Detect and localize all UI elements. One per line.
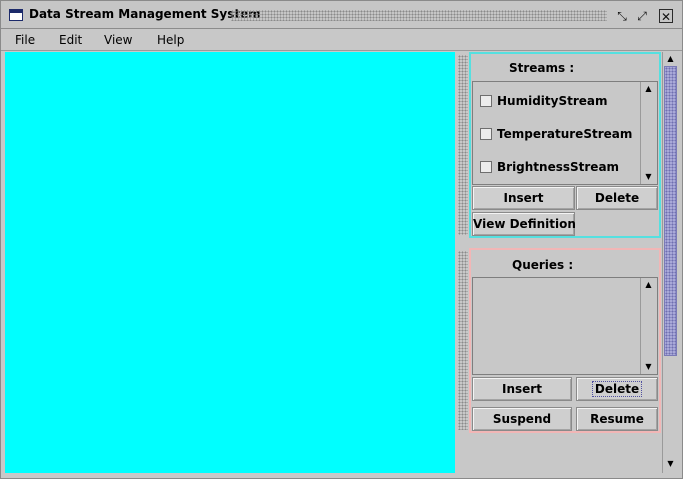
streams-drag-handle[interactable] [458,55,468,235]
suspend-button[interactable]: Suspend [472,407,572,431]
queries-insert-button[interactable]: Insert [472,377,572,401]
menu-help[interactable]: Help [157,33,184,47]
title-bar-grip [231,10,607,21]
queries-delete-button[interactable]: Delete [576,377,658,401]
queries-drag-handle[interactable] [458,251,468,430]
menu-edit[interactable]: Edit [59,33,82,47]
streams-title: Streams : [509,61,575,75]
streams-list[interactable]: HumidityStream TemperatureStream Brightn… [472,81,658,185]
streams-panel: Streams : HumidityStream TemperatureStre… [469,52,661,238]
stream-canvas[interactable] [5,52,455,473]
stream-label: TemperatureStream [497,127,633,141]
queries-delete-label: Delete [591,381,643,397]
menu-bar: File Edit View Help [1,29,682,51]
queries-scrollbar[interactable]: ▲ ▼ [640,278,657,374]
close-icon[interactable]: ✕ [659,9,673,24]
list-item[interactable]: HumidityStream [473,85,641,118]
list-item[interactable]: BrightnessStream [473,151,641,184]
stream-checkbox[interactable] [480,161,492,173]
side-panel-scrollbar[interactable]: ▲ ▼ [662,52,678,473]
title-bar[interactable]: Data Stream Management System ⤡ ⤢ ✕ [1,1,682,29]
queries-title: Queries : [512,258,574,272]
scroll-thumb[interactable] [664,66,677,356]
stream-label: HumidityStream [497,94,608,108]
queries-panel: Queries : ▲ ▼ Insert Delete Suspend Resu… [469,248,661,433]
maximize-icon[interactable]: ⤢ [635,9,649,23]
scroll-up-icon[interactable]: ▲ [641,82,656,96]
stream-label: BrightnessStream [497,160,620,174]
scroll-up-icon[interactable]: ▲ [663,52,678,66]
window-title: Data Stream Management System [29,7,261,21]
queries-list[interactable]: ▲ ▼ [472,277,658,375]
menu-view[interactable]: View [104,33,132,47]
stream-checkbox[interactable] [480,95,492,107]
view-definition-button[interactable]: View Definition [472,212,576,236]
list-item[interactable]: TemperatureStream [473,118,641,151]
scroll-up-icon[interactable]: ▲ [641,278,656,292]
restore-icon[interactable]: ⤡ [615,9,629,23]
resume-button[interactable]: Resume [576,407,658,431]
scroll-down-icon[interactable]: ▼ [641,360,656,374]
window-icon [9,9,23,21]
scroll-down-icon[interactable]: ▼ [641,170,656,184]
streams-scrollbar[interactable]: ▲ ▼ [640,82,657,184]
menu-file[interactable]: File [15,33,35,47]
stream-checkbox[interactable] [480,128,492,140]
streams-insert-button[interactable]: Insert [472,186,575,210]
scroll-down-icon[interactable]: ▼ [663,457,678,471]
streams-delete-button[interactable]: Delete [576,186,658,210]
